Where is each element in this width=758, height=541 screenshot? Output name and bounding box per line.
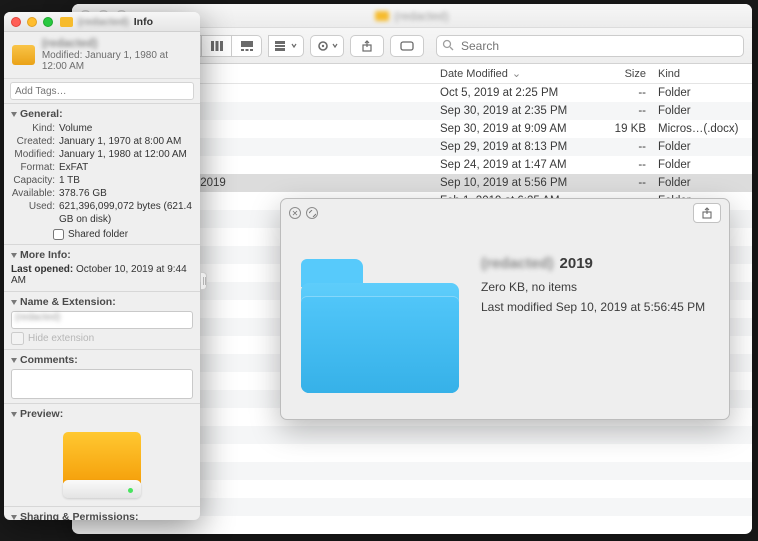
file-date: Sep 24, 2019 at 1:47 AM (434, 159, 592, 171)
disclosure-general[interactable]: General: (11, 108, 193, 120)
disclosure-nameext[interactable]: Name & Extension: (11, 296, 193, 308)
ql-close-button[interactable]: ✕ (289, 207, 301, 219)
file-size: -- (592, 87, 652, 99)
ql-share-button[interactable] (693, 203, 721, 223)
col-date[interactable]: Date Modified⌄ (434, 67, 592, 80)
file-size: -- (592, 177, 652, 189)
search-input[interactable] (436, 35, 744, 57)
section-comments: Comments: (4, 349, 200, 403)
file-date: Sep 29, 2019 at 8:13 PM (434, 141, 592, 153)
section-general: General: Kind:VolumeCreated:January 1, 1… (4, 103, 200, 244)
section-sharing: Sharing & Permissions: You have custom a… (4, 506, 200, 520)
kv-key: Capacity: (11, 174, 59, 187)
ql-size: Zero KB, no items (481, 280, 705, 294)
file-size: -- (592, 105, 652, 117)
file-kind: Micros…(.docx) (652, 123, 752, 135)
disclosure-preview[interactable]: Preview: (11, 408, 193, 420)
kv-value: January 1, 1970 at 8:00 AM (59, 135, 193, 148)
disclosure-moreinfo[interactable]: More Info: (11, 249, 193, 261)
info-window: (redacted)Info (redacted)Modified: Janua… (4, 12, 200, 520)
share-button[interactable] (350, 35, 384, 57)
col-size[interactable]: Size (592, 68, 652, 80)
name-ext-input[interactable]: (redacted) (11, 311, 193, 329)
shared-folder-checkbox[interactable] (53, 229, 64, 240)
tags-input[interactable] (10, 82, 194, 100)
quicklook-window: ✕ (redacted)2019 Zero KB, no items Last … (280, 198, 730, 420)
file-date: Sep 10, 2019 at 5:56 PM (434, 177, 592, 189)
file-kind: Folder (652, 177, 752, 189)
group-button[interactable] (268, 35, 304, 57)
kv-value: January 1, 1980 at 12:00 AM (59, 148, 193, 161)
kv-value: ExFAT (59, 161, 193, 174)
kv-value: Volume (59, 122, 193, 135)
ql-title: (redacted)2019 (481, 255, 705, 272)
minimize-button[interactable] (27, 17, 37, 27)
tags-button[interactable] (390, 35, 424, 57)
kv-key: Kind: (11, 122, 59, 135)
sort-indicator: ⌄ (512, 67, 521, 80)
action-button[interactable] (310, 35, 344, 57)
section-more-info: More Info: Last opened: October 10, 2019… (4, 244, 200, 291)
col-kind[interactable]: Kind (652, 68, 752, 80)
file-date: Oct 5, 2019 at 2:25 PM (434, 87, 592, 99)
kv-key: Format: (11, 161, 59, 174)
comments-input[interactable] (11, 369, 193, 399)
kv-key: Used: (11, 200, 59, 226)
close-button[interactable] (11, 17, 21, 27)
kv-key: Modified: (11, 148, 59, 161)
ql-expand-button[interactable] (306, 207, 318, 219)
disclosure-comments[interactable]: Comments: (11, 354, 193, 366)
gallery-view-button[interactable] (232, 35, 262, 57)
kv-value: 1 TB (59, 174, 193, 187)
kv-value: 621,396,099,072 bytes (621.4 GB on disk) (59, 200, 193, 226)
section-preview: Preview: (4, 403, 200, 506)
section-name-ext: Name & Extension: (redacted) Hide extens… (4, 291, 200, 349)
shared-folder-label: Shared folder (68, 229, 128, 240)
file-date: Sep 30, 2019 at 9:09 AM (434, 123, 592, 135)
file-date: Sep 30, 2019 at 2:35 PM (434, 105, 592, 117)
drive-icon (60, 17, 73, 27)
search-icon (442, 39, 454, 51)
file-size: -- (592, 141, 652, 153)
hide-ext-checkbox (11, 332, 24, 345)
finder-title: (redacted) (375, 9, 449, 23)
info-title: (redacted)Info (60, 16, 153, 28)
info-header: (redacted)Modified: January 1, 1980 at 1… (4, 32, 200, 79)
search-field[interactable] (436, 35, 744, 57)
drive-icon (12, 45, 35, 65)
file-kind: Folder (652, 87, 752, 99)
hide-ext-label: Hide extension (28, 333, 94, 344)
file-size: 19 KB (592, 123, 652, 135)
preview-image (11, 422, 193, 502)
kv-key: Created: (11, 135, 59, 148)
disclosure-sharing[interactable]: Sharing & Permissions: (11, 511, 193, 520)
info-titlebar[interactable]: (redacted)Info (4, 12, 200, 32)
file-kind: Folder (652, 105, 752, 117)
file-size: -- (592, 159, 652, 171)
kv-key: Available: (11, 187, 59, 200)
ql-modified: Last modified Sep 10, 2019 at 5:56:45 PM (481, 300, 705, 314)
column-view-button[interactable] (202, 35, 232, 57)
file-kind: Folder (652, 159, 752, 171)
zoom-button[interactable] (43, 17, 53, 27)
resize-handle[interactable] (201, 272, 207, 290)
kv-value: 378.76 GB (59, 187, 193, 200)
file-kind: Folder (652, 141, 752, 153)
folder-icon (301, 253, 459, 393)
